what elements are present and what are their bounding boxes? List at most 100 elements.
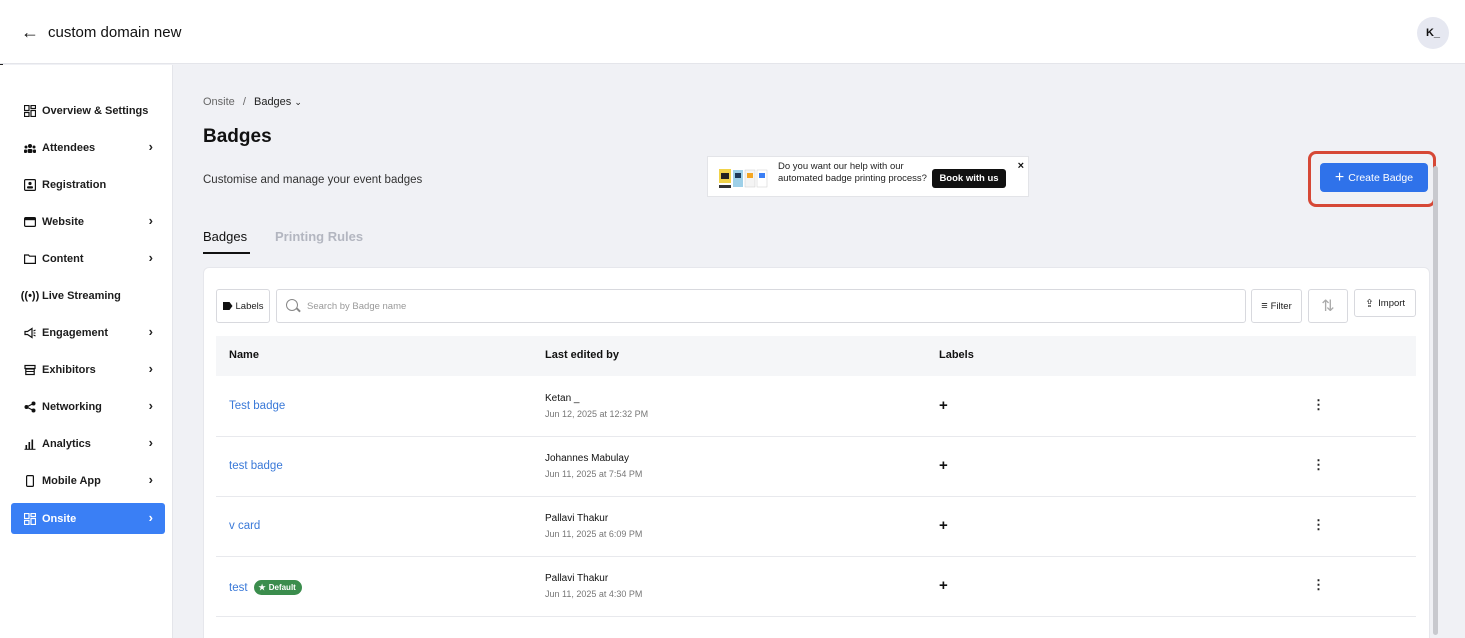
back-arrow-icon[interactable]: ←: [18, 21, 42, 45]
table-row: test badge Johannes Mabulay Jun 11, 2025…: [216, 437, 1416, 497]
sidebar-item-label: Onsite: [42, 512, 77, 525]
badge-name: test: [229, 581, 248, 594]
sidebar-item-analytics[interactable]: Analytics ›: [11, 428, 165, 459]
more-options-icon[interactable]: ⋮: [1312, 397, 1325, 413]
import-button[interactable]: ⇪ Import: [1354, 289, 1416, 317]
id-card-icon: [23, 178, 37, 192]
sidebar-item-overview-settings[interactable]: Overview & Settings: [11, 95, 165, 126]
badge-name: v card: [229, 520, 261, 532]
sidebar-item-label: Engagement: [42, 326, 109, 339]
search-input[interactable]: [307, 298, 1207, 314]
grid-icon: [23, 512, 37, 526]
chevron-right-icon: ›: [148, 472, 153, 487]
badge-name-link[interactable]: test badge: [229, 460, 283, 472]
sort-arrows-icon: ⇅: [1321, 298, 1335, 315]
sidebar-item-label: Live Streaming: [42, 289, 121, 302]
sidebar: Overview & Settings Attendees › Registra…: [0, 65, 173, 638]
sidebar-item-label: Mobile App: [42, 474, 101, 487]
labels-button[interactable]: Labels: [216, 289, 270, 323]
breadcrumb-current[interactable]: Badges: [254, 96, 291, 108]
close-icon[interactable]: ×: [1018, 160, 1024, 172]
last-edited-by: Pallavi Thakur: [545, 573, 609, 584]
tab-badges[interactable]: Badges: [203, 229, 247, 244]
sidebar-item-label: Exhibitors: [42, 363, 96, 376]
bar-chart-icon: [23, 437, 37, 451]
search-icon: [286, 299, 298, 311]
last-edited-date: Jun 11, 2025 at 7:54 PM: [545, 469, 643, 479]
last-edited-by: Johannes Mabulay: [545, 453, 629, 464]
search-box: [276, 289, 1246, 323]
sidebar-item-exhibitors[interactable]: Exhibitors ›: [11, 354, 165, 385]
add-label-icon[interactable]: +: [939, 517, 948, 534]
chevron-right-icon: ›: [148, 213, 153, 228]
promo-text: Do you want our help with our automated …: [778, 161, 927, 184]
scrollbar[interactable]: [1433, 166, 1438, 635]
top-bar: ← custom domain new K_: [0, 0, 1465, 64]
sidebar-item-live-streaming[interactable]: ((•)) Live Streaming: [11, 280, 165, 311]
filter-button[interactable]: ≡ Filter: [1251, 289, 1302, 323]
sidebar-item-label: Website: [42, 215, 84, 228]
badge-name-link[interactable]: v card: [229, 520, 260, 532]
chevron-right-icon: ›: [148, 361, 153, 376]
page-title: Badges: [203, 126, 272, 147]
column-header-labels: Labels: [939, 349, 974, 361]
create-badge-label: Create Badge: [1348, 171, 1414, 184]
more-options-icon[interactable]: ⋮: [1312, 517, 1325, 533]
table-row: test ★ Default Pallavi Thakur Jun 11, 20…: [216, 557, 1416, 617]
sidebar-item-attendees[interactable]: Attendees ›: [11, 132, 165, 163]
last-edited-by: Pallavi Thakur: [545, 513, 609, 524]
last-edited-date: Jun 11, 2025 at 4:30 PM: [545, 589, 643, 599]
tab-printing-rules[interactable]: Printing Rules: [275, 229, 363, 244]
sidebar-item-label: Registration: [42, 178, 107, 191]
default-badge-label: Default: [268, 583, 296, 592]
add-label-icon[interactable]: +: [939, 397, 948, 414]
sidebar-item-engagement[interactable]: Engagement ›: [11, 317, 165, 348]
book-with-us-button[interactable]: Book with us: [932, 169, 1006, 188]
more-options-icon[interactable]: ⋮: [1312, 457, 1325, 473]
import-button-label: Import: [1378, 297, 1406, 309]
table-row: v card Pallavi Thakur Jun 11, 2025 at 6:…: [216, 497, 1416, 557]
chevron-right-icon: ›: [148, 398, 153, 413]
last-edited-by: Ketan _: [545, 393, 580, 404]
sidebar-item-label: Content: [42, 252, 84, 265]
table-header: Name Last edited by Labels: [216, 336, 1416, 376]
plus-icon: +: [1334, 168, 1345, 186]
store-icon: [23, 363, 37, 377]
people-icon: [23, 141, 37, 155]
share-icon: [23, 400, 37, 414]
column-header-last-edited: Last edited by: [545, 349, 619, 361]
badge-name-link[interactable]: test ★ Default: [229, 580, 302, 595]
label-tag-icon: [222, 302, 233, 310]
upload-icon: ⇪: [1364, 297, 1375, 310]
user-avatar[interactable]: K_: [1417, 17, 1449, 49]
filter-icon: ≡: [1261, 300, 1268, 312]
badge-name: Test badge: [229, 400, 286, 412]
create-badge-button[interactable]: + Create Badge: [1320, 163, 1428, 192]
sidebar-item-website[interactable]: Website ›: [11, 206, 165, 237]
sidebar-item-content[interactable]: Content ›: [11, 243, 165, 274]
badge-name-link[interactable]: Test badge: [229, 400, 285, 412]
add-label-icon[interactable]: +: [939, 577, 948, 594]
chevron-right-icon: ›: [148, 250, 153, 265]
breadcrumb-onsite[interactable]: Onsite: [203, 96, 235, 108]
grid-icon: [23, 104, 37, 118]
sidebar-item-mobile-app[interactable]: Mobile App ›: [11, 465, 165, 496]
sidebar-item-label: Overview & Settings: [42, 104, 149, 117]
breadcrumb: Onsite / Badges ⌄: [203, 96, 302, 108]
add-label-icon[interactable]: +: [939, 457, 948, 474]
more-options-icon[interactable]: ⋮: [1312, 577, 1325, 593]
default-badge: ★ Default: [253, 580, 302, 595]
sidebar-item-label: Analytics: [42, 437, 91, 450]
megaphone-icon: [23, 326, 37, 340]
chevron-down-icon[interactable]: ⌄: [294, 97, 302, 107]
browser-icon: [23, 215, 37, 229]
last-edited-date: Jun 11, 2025 at 6:09 PM: [545, 529, 643, 539]
sidebar-item-onsite[interactable]: Onsite ›: [11, 503, 165, 534]
phone-icon: [23, 474, 37, 488]
sort-button[interactable]: ⇅: [1308, 289, 1348, 323]
sidebar-item-registration[interactable]: Registration: [11, 169, 165, 200]
page-subtitle: Customise and manage your event badges: [203, 174, 423, 186]
chevron-right-icon: ›: [148, 139, 153, 154]
chevron-right-icon: ›: [148, 324, 153, 339]
sidebar-item-networking[interactable]: Networking ›: [11, 391, 165, 422]
